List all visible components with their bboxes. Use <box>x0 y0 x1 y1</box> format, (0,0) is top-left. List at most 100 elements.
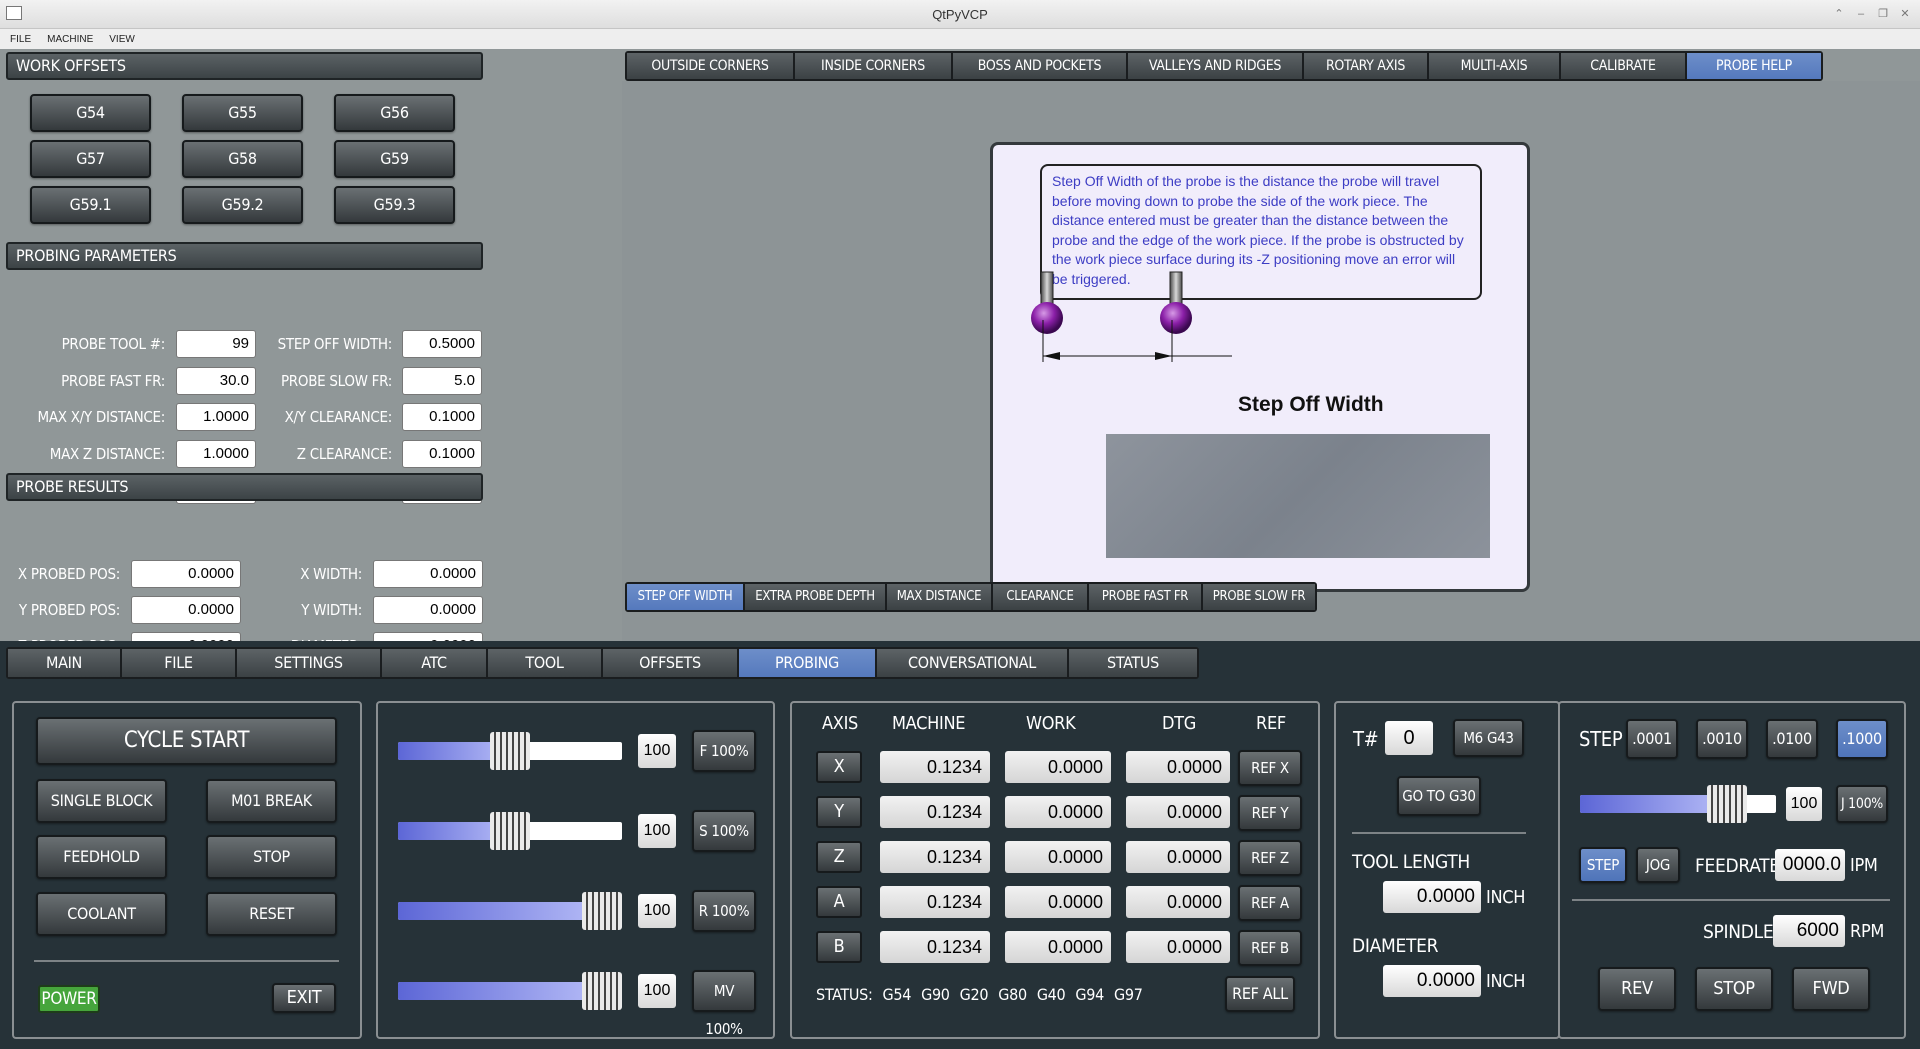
tab-tool[interactable]: TOOL <box>488 649 603 677</box>
work-pos-a[interactable]: 0.0000 <box>1005 886 1111 918</box>
param-input[interactable]: 30.0 <box>176 366 256 395</box>
feedhold-button[interactable]: FEEDHOLD <box>36 835 167 879</box>
feed-override-handle[interactable] <box>490 732 530 770</box>
menu-machine[interactable]: MACHINE <box>47 34 93 45</box>
spindle-rev-button[interactable]: REV <box>1598 967 1676 1011</box>
tab-status[interactable]: STATUS <box>1069 649 1197 677</box>
g56-button[interactable]: G56 <box>334 94 455 132</box>
axis-a-button[interactable]: A <box>816 886 862 918</box>
menu-file[interactable]: FILE <box>10 34 31 45</box>
exit-button[interactable]: EXIT <box>272 983 336 1013</box>
m6-g43-button[interactable]: M6 G43 <box>1453 719 1524 757</box>
ref-all-button[interactable]: REF ALL <box>1225 976 1295 1012</box>
rapid-override-reset-button[interactable]: R 100% <box>692 890 756 932</box>
spindle-override-slider[interactable] <box>398 812 622 850</box>
rapid-override-handle[interactable] <box>582 892 622 930</box>
tab-clearance[interactable]: CLEARANCE <box>993 584 1089 610</box>
step-0100-button[interactable]: .0100 <box>1766 719 1818 759</box>
jog-speed-handle[interactable] <box>1707 785 1747 823</box>
tab-extra-probe-depth[interactable]: EXTRA PROBE DEPTH <box>745 584 887 610</box>
g55-button[interactable]: G55 <box>182 94 303 132</box>
jog-speed-slider[interactable] <box>1580 785 1776 823</box>
coolant-button[interactable]: COOLANT <box>36 892 167 936</box>
ref-a-button[interactable]: REF A <box>1238 885 1302 921</box>
g59-1-button[interactable]: G59.1 <box>30 186 151 224</box>
shade-window-icon[interactable]: ⌃ <box>1830 6 1848 22</box>
ref-b-button[interactable]: REF B <box>1238 930 1302 966</box>
close-window-icon[interactable]: ✕ <box>1896 6 1914 22</box>
step-1000-button[interactable]: .1000 <box>1836 719 1888 759</box>
tab-offsets[interactable]: OFFSETS <box>603 649 739 677</box>
param-input[interactable]: 0.1000 <box>402 439 482 468</box>
tab-probing[interactable]: PROBING <box>739 649 877 677</box>
param-input[interactable]: 99 <box>176 330 256 358</box>
work-pos-x[interactable]: 0.0000 <box>1005 751 1111 783</box>
g57-button[interactable]: G57 <box>30 140 151 178</box>
max-velocity-override-reset-button[interactable]: MV 100% <box>692 970 756 1038</box>
maximize-window-icon[interactable]: ❐ <box>1874 6 1892 22</box>
step-0001-button[interactable]: .0001 <box>1626 719 1678 759</box>
tab-rotary-axis[interactable]: ROTARY AXIS <box>1304 53 1429 79</box>
g54-button[interactable]: G54 <box>30 94 151 132</box>
tab-max-distance[interactable]: MAX DISTANCE <box>887 584 993 610</box>
param-input[interactable]: 1.0000 <box>176 403 256 431</box>
go-to-g30-button[interactable]: GO TO G30 <box>1397 776 1481 816</box>
param-input[interactable]: 5.0 <box>402 366 482 395</box>
spindle-override-reset-button[interactable]: S 100% <box>692 810 756 852</box>
cycle-start-button[interactable]: CYCLE START <box>36 717 337 765</box>
param-input[interactable]: 0.5000 <box>402 330 482 358</box>
work-pos-y[interactable]: 0.0000 <box>1005 796 1111 828</box>
feed-override-reset-button[interactable]: F 100% <box>692 730 756 772</box>
work-pos-z[interactable]: 0.0000 <box>1005 841 1111 873</box>
max-velocity-override-slider[interactable] <box>398 972 622 1010</box>
tab-file[interactable]: FILE <box>122 649 237 677</box>
tab-valleys-and-ridges[interactable]: VALLEYS AND RIDGES <box>1128 53 1304 79</box>
max-velocity-override-handle[interactable] <box>582 972 622 1010</box>
tab-probe-fast-fr[interactable]: PROBE FAST FR <box>1089 584 1203 610</box>
stop-button[interactable]: STOP <box>206 835 337 879</box>
tab-probe-help[interactable]: PROBE HELP <box>1687 53 1821 79</box>
tab-boss-and-pockets[interactable]: BOSS AND POCKETS <box>953 53 1128 79</box>
menu-view[interactable]: VIEW <box>109 34 135 45</box>
tab-outside-corners[interactable]: OUTSIDE CORNERS <box>627 53 795 79</box>
g58-button[interactable]: G58 <box>182 140 303 178</box>
tab-atc[interactable]: ATC <box>382 649 488 677</box>
workpiece-block <box>1106 434 1490 558</box>
mode-jog-button[interactable]: JOG <box>1636 847 1680 883</box>
param-input[interactable]: 1.0000 <box>176 439 256 468</box>
tab-main[interactable]: MAIN <box>8 649 122 677</box>
axis-z-button[interactable]: Z <box>816 841 862 873</box>
spindle-override-handle[interactable] <box>490 812 530 850</box>
jog-100-button[interactable]: J 100% <box>1836 785 1888 823</box>
tab-settings[interactable]: SETTINGS <box>237 649 382 677</box>
tab-calibrate[interactable]: CALIBRATE <box>1561 53 1687 79</box>
single-block-button[interactable]: SINGLE BLOCK <box>36 779 167 823</box>
reset-button[interactable]: RESET <box>206 892 337 936</box>
tab-multi-axis[interactable]: MULTI-AXIS <box>1429 53 1561 79</box>
g59-2-button[interactable]: G59.2 <box>182 186 303 224</box>
tab-probe-slow-fr[interactable]: PROBE SLOW FR <box>1203 584 1315 610</box>
power-button[interactable]: POWER <box>38 985 100 1013</box>
ref-x-button[interactable]: REF X <box>1238 750 1302 786</box>
minimize-window-icon[interactable]: – <box>1852 6 1870 22</box>
spindle-fwd-button[interactable]: FWD <box>1792 967 1870 1011</box>
g59-3-button[interactable]: G59.3 <box>334 186 455 224</box>
tab-conversational[interactable]: CONVERSATIONAL <box>877 649 1069 677</box>
rapid-override-slider[interactable] <box>398 892 622 930</box>
tab-step-off-width[interactable]: STEP OFF WIDTH <box>627 584 745 610</box>
axis-b-button[interactable]: B <box>816 931 862 963</box>
mode-step-button[interactable]: STEP <box>1579 847 1627 883</box>
work-pos-b[interactable]: 0.0000 <box>1005 931 1111 963</box>
axis-y-button[interactable]: Y <box>816 796 862 828</box>
step-0010-button[interactable]: .0010 <box>1696 719 1748 759</box>
ref-y-button[interactable]: REF Y <box>1238 795 1302 831</box>
spindle-stop-button[interactable]: STOP <box>1695 967 1773 1011</box>
param-input[interactable]: 0.1000 <box>402 403 482 431</box>
tab-inside-corners[interactable]: INSIDE CORNERS <box>795 53 953 79</box>
g59-button[interactable]: G59 <box>334 140 455 178</box>
tool-number-input[interactable]: 0 <box>1385 721 1433 755</box>
ref-z-button[interactable]: REF Z <box>1238 840 1302 876</box>
axis-x-button[interactable]: X <box>816 751 862 783</box>
m01-break-button[interactable]: M01 BREAK <box>206 779 337 823</box>
feed-override-slider[interactable] <box>398 732 622 770</box>
